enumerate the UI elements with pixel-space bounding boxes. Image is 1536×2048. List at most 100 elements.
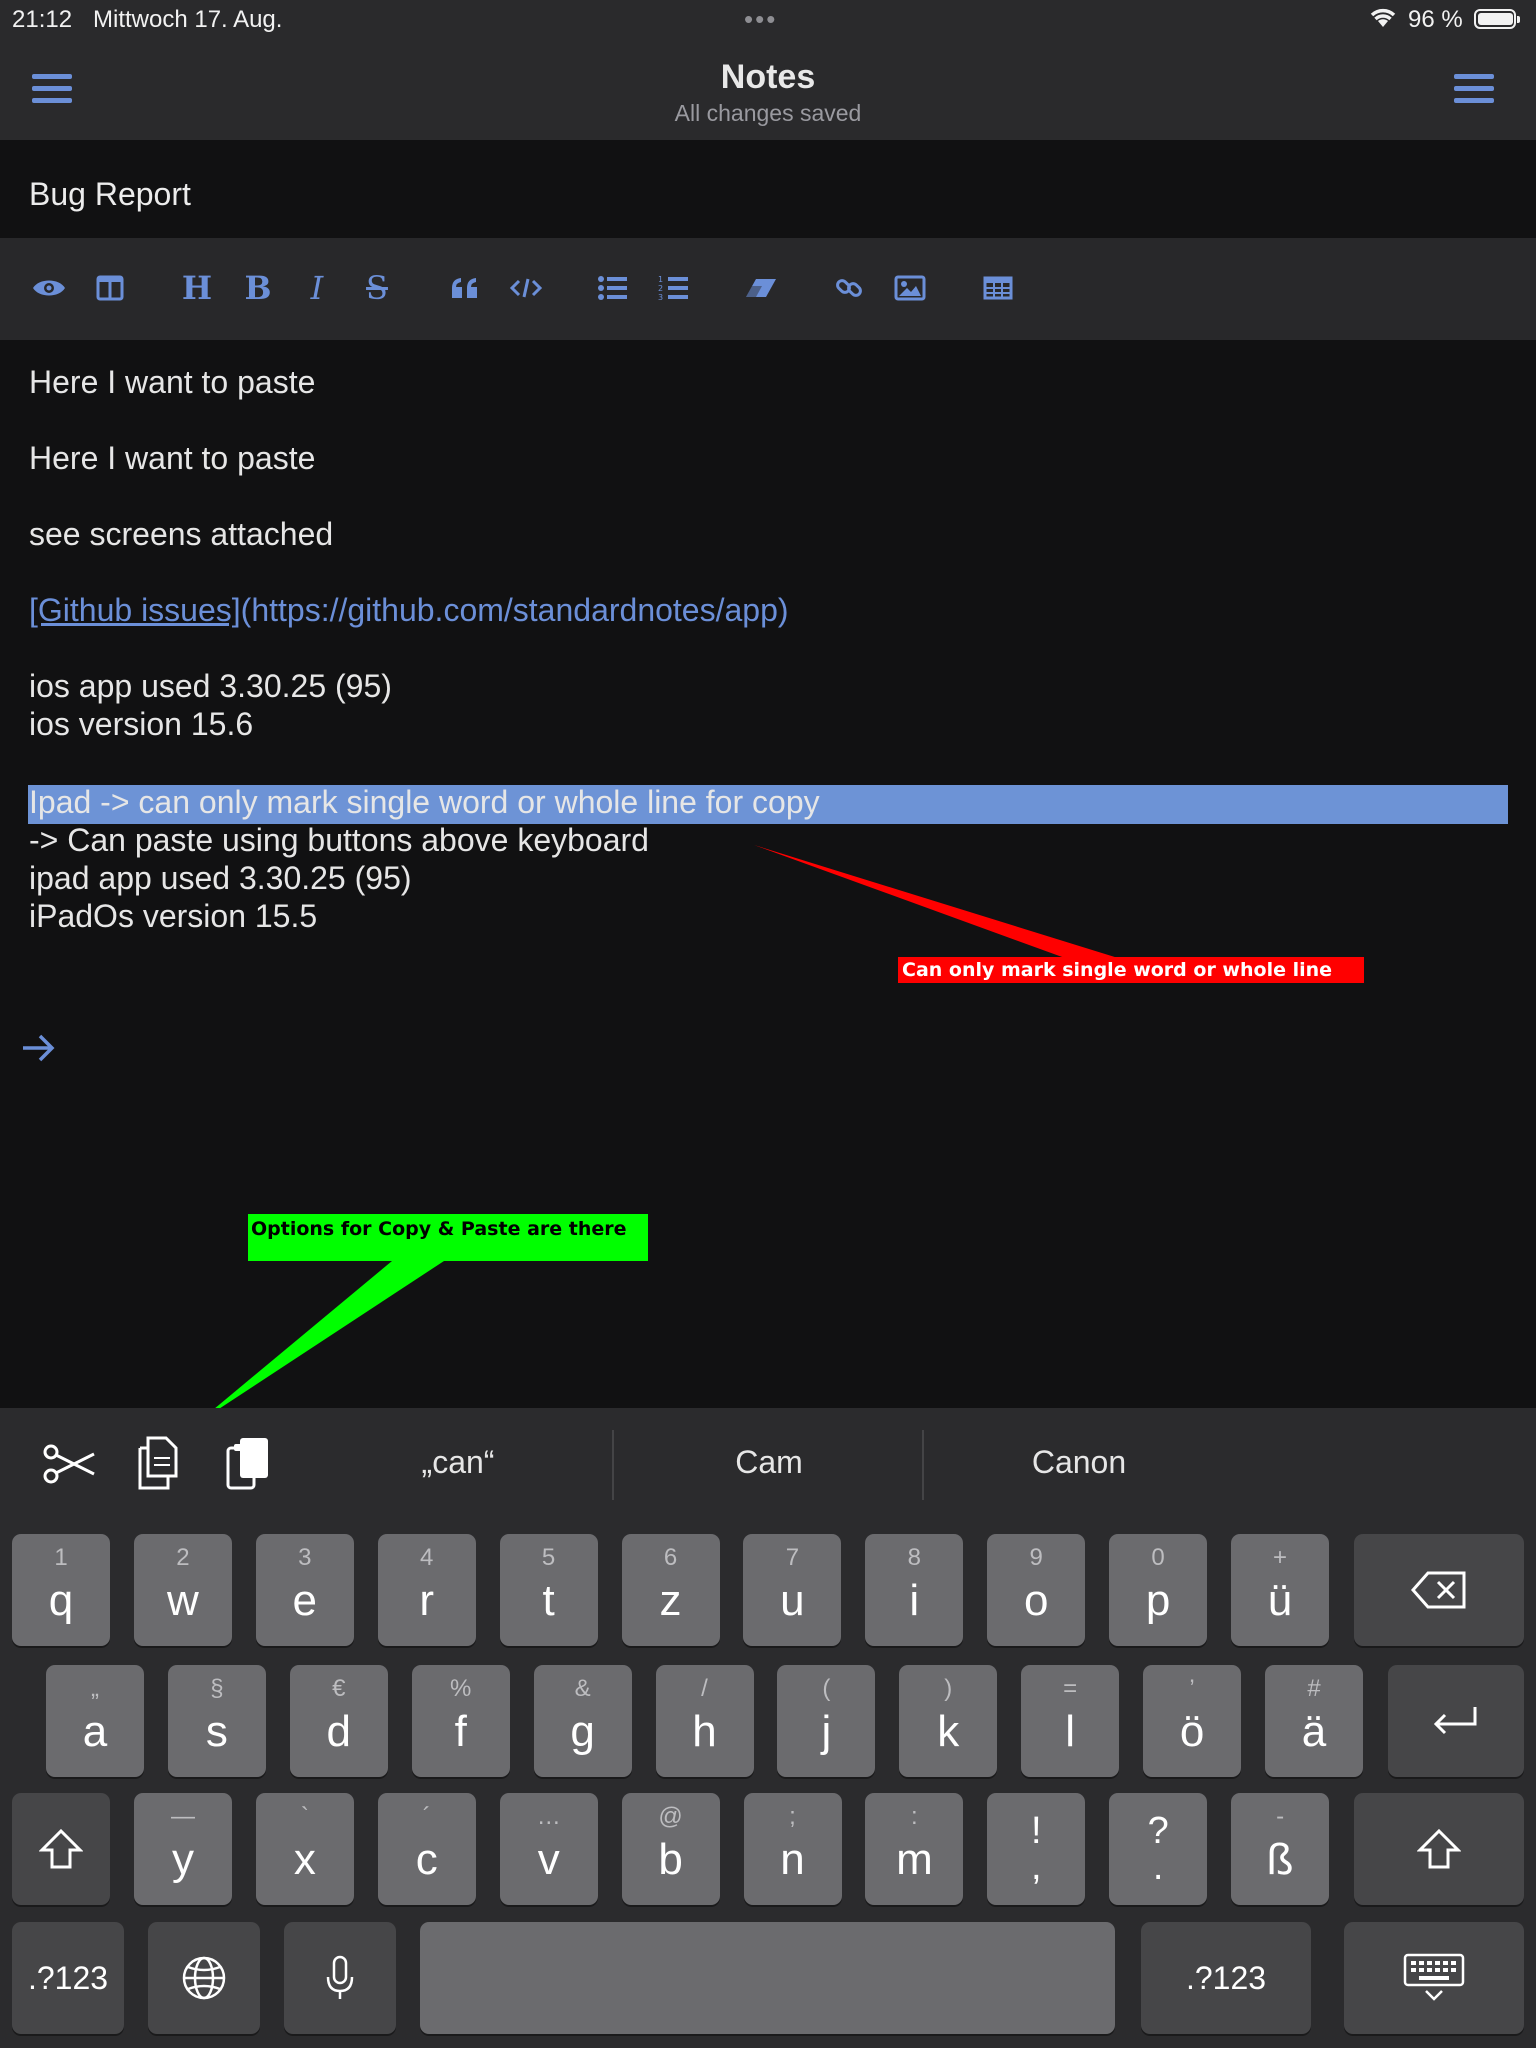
key-h[interactable]: / h [655,1665,754,1777]
key-d[interactable]: € d [289,1665,388,1777]
key-g[interactable]: & g [533,1665,632,1777]
key-x[interactable]: ` x [255,1793,354,1905]
key-ä[interactable]: # ä [1265,1665,1363,1777]
key-label: c [415,1835,438,1884]
keyboard-dismiss-icon [1344,1922,1524,2034]
key-label: l [1065,1707,1076,1756]
red-annotation-label: Can only mark single word or whole line [898,957,1364,983]
key-label: ä [1301,1707,1327,1756]
key-label: !, [987,1810,1085,1888]
key-secondary-label: § [210,1675,224,1702]
key-eszett[interactable]: -ß [1231,1793,1330,1905]
space-bar[interactable] [420,1922,1115,2034]
key-o[interactable]: 9o [987,1534,1086,1646]
return-icon [1388,1665,1524,1777]
red-annotation-arrow [754,845,1118,970]
hide-keyboard-key[interactable] [1344,1922,1524,2034]
shift-left-key[interactable] [12,1793,110,1905]
key-label: m [896,1835,933,1884]
key-label: z [659,1576,682,1625]
key-label: ß [1266,1835,1294,1884]
key-label: x [293,1835,316,1884]
key-punctuation[interactable]: !, [987,1793,1086,1905]
key-f[interactable]: % f [411,1665,510,1777]
key-secondary-label: 0 [1151,1544,1165,1571]
key-p[interactable]: 0p [1109,1534,1208,1646]
key-secondary-label: 2 [176,1544,190,1571]
key-secondary-label: / [701,1675,708,1702]
key-j[interactable]: (j [777,1665,876,1777]
arrow-right-icon[interactable] [20,1032,56,1069]
key-secondary-label: 6 [663,1544,678,1571]
backspace-icon [1354,1534,1524,1646]
green-annotation-label: Options for Copy & Paste are there [248,1214,648,1261]
key-label: f [454,1707,467,1756]
key-label: t [542,1576,555,1625]
key-secondary-label: 5 [541,1544,556,1571]
key-secondary-label: % [450,1675,472,1702]
key-area: 1 q 2 w 3 e 4 r 5 t 6 z 7 u 8 i 9 o 0 p + ü „ a § s € d% f & g / h(j) k = l… [0,1408,1536,2048]
key-m[interactable]: :m [865,1793,964,1905]
key-label: n [780,1835,805,1884]
key-y[interactable]: — y [134,1793,232,1905]
backspace-key[interactable] [1354,1534,1524,1646]
key-label: u [780,1576,805,1625]
key-s[interactable]: § s [167,1665,266,1777]
key-a[interactable]: „ a [46,1665,144,1777]
key-punctuation[interactable]: ?. [1109,1793,1208,1905]
globe-key[interactable] [148,1922,260,2034]
key-label: i [909,1576,920,1625]
key-label: k [937,1707,960,1756]
key-secondary-label: ) [944,1675,953,1702]
key-v[interactable]: … v [499,1793,598,1905]
key-l[interactable]: = l [1021,1665,1120,1777]
key-ü[interactable]: + ü [1231,1534,1329,1646]
key-label: w [167,1576,199,1625]
key-n[interactable]: ; n [743,1793,842,1905]
key-label-top: ! [1031,1810,1042,1852]
key-t[interactable]: 5t [499,1534,598,1646]
key-secondary-label: 9 [1029,1544,1043,1571]
key-w[interactable]: 2w [133,1534,232,1646]
key-secondary-label: 3 [298,1544,312,1571]
key-secondary-label: € [332,1675,346,1702]
key-label: g [570,1707,595,1756]
key-label: s [205,1707,228,1756]
key-secondary-label: „ [91,1675,99,1702]
key-c[interactable]: ´ c [377,1793,476,1905]
key-secondary-label: 7 [785,1544,800,1571]
key-label: ?. [1109,1810,1207,1886]
key-e[interactable]: 3e [255,1534,354,1646]
key-secondary-label: ’ [1189,1675,1195,1702]
key-secondary-label: 1 [54,1544,68,1571]
key-label-top: ? [1147,1810,1169,1852]
numbers-key-left[interactable]: .?123 [12,1922,124,2034]
key-label: p [1145,1576,1171,1625]
key-secondary-label: 8 [907,1544,921,1571]
key-ö[interactable]: ’ ö [1143,1665,1242,1777]
shift-right-key[interactable] [1354,1793,1524,1905]
key-secondary-label: ( [822,1675,831,1702]
key-secondary-label: = [1063,1675,1078,1702]
key-secondary-label: ` [300,1803,309,1830]
key-label: y [172,1835,194,1884]
numbers-key-right[interactable]: .?123 [1141,1922,1311,2034]
key-q[interactable]: 1q [12,1534,110,1646]
key-i[interactable]: 8i [865,1534,964,1646]
key-secondary-label: 4 [420,1544,434,1571]
dictation-key[interactable] [284,1922,396,2034]
key-label: ö [1179,1707,1205,1756]
key-label: v [537,1835,560,1884]
numbers-label: .?123 [1185,1959,1267,1996]
key-b[interactable]: @ b [621,1793,720,1905]
return-key[interactable] [1388,1665,1524,1777]
key-k[interactable]: ) k [899,1665,998,1777]
key-label-bottom: , [1031,1846,1042,1888]
key-label: o [1023,1576,1049,1625]
key-label: b [658,1835,683,1884]
key-label: a [82,1707,108,1756]
key-z[interactable]: 6z [621,1534,720,1646]
key-secondary-label: - [1276,1803,1285,1830]
key-r[interactable]: 4r [377,1534,476,1646]
key-u[interactable]: 7u [743,1534,842,1646]
